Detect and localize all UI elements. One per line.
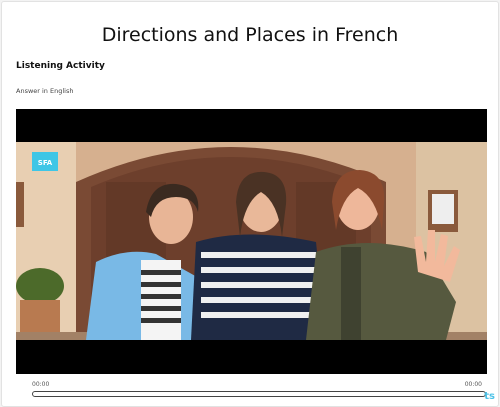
page-title: Directions and Places in French	[101, 24, 399, 46]
plant	[16, 268, 64, 304]
seek-bar[interactable]	[32, 391, 486, 397]
total-time: 00:00	[464, 381, 482, 388]
instruction-text: Answer in English	[16, 87, 74, 95]
video-frame[interactable]: SFA	[16, 142, 487, 340]
current-time: 00:00	[32, 381, 50, 388]
activity-subtitle: Listening Activity	[16, 61, 105, 71]
activity-card: Directions and Places in French Listenin…	[1, 1, 499, 407]
sfa-logo-text: SFA	[38, 159, 53, 167]
video-player[interactable]: SFA	[16, 109, 487, 374]
peek-text: ts	[484, 391, 495, 402]
